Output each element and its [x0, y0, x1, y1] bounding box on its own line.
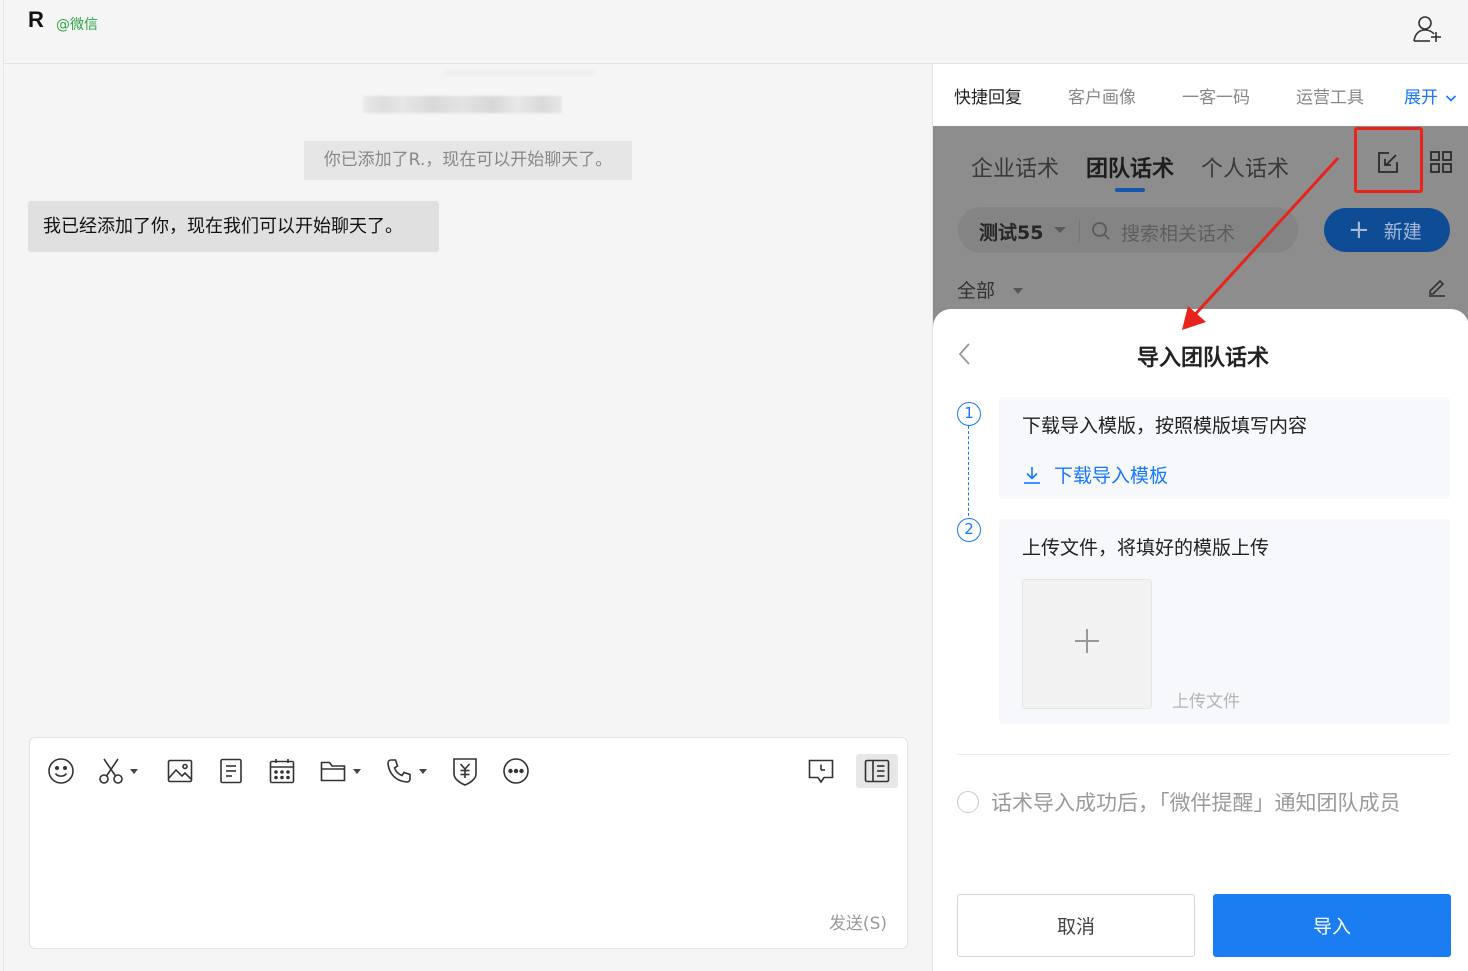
import-button[interactable]: 导入	[1213, 894, 1451, 957]
chat-area: 你已添加了R.，现在可以开始聊天了。 我已经添加了你，现在我们可以开始聊天了。	[3, 65, 932, 971]
plus-icon	[1073, 627, 1101, 659]
chat-history-icon[interactable]	[807, 754, 835, 788]
expand-label: 展开	[1404, 88, 1438, 108]
chevron-down-icon	[1446, 95, 1457, 102]
folder-icon[interactable]	[319, 754, 361, 788]
send-button[interactable]: 发送(S)	[829, 909, 887, 934]
download-link-label: 下载导入模板	[1054, 465, 1169, 487]
expand-tabs-button[interactable]: 展开	[1404, 83, 1457, 108]
upload-file-button[interactable]	[1022, 579, 1152, 709]
chevron-down-icon	[130, 768, 138, 774]
new-button-label: 新建	[1383, 220, 1422, 243]
message-bubble[interactable]: 我已经添加了你，现在我们可以开始聊天了。	[28, 201, 439, 252]
tab-operation-tools[interactable]: 运营工具	[1296, 83, 1364, 108]
download-icon	[1024, 466, 1040, 484]
tab-enterprise-scripts[interactable]: 企业话术	[971, 151, 1059, 183]
panel-tabs: 快捷回复 客户画像 一客一码 运营工具 展开	[933, 64, 1468, 126]
step-connector	[968, 426, 969, 516]
search-input[interactable]: 搜索相关话术	[1121, 219, 1235, 246]
document-icon[interactable]	[218, 754, 244, 788]
chevron-down-icon	[419, 768, 427, 774]
tab-customer-code[interactable]: 一客一码	[1182, 83, 1250, 108]
tab-team-scripts[interactable]: 团队话术	[1086, 151, 1174, 183]
step-2-card: 上传文件，将填好的模版上传 上传文件	[999, 519, 1450, 724]
phone-icon[interactable]	[385, 754, 427, 788]
contact-name: R	[28, 7, 44, 32]
payment-icon[interactable]	[451, 754, 479, 788]
plus-icon: +	[1348, 215, 1370, 245]
dialog-title: 导入团队话术	[1136, 346, 1269, 371]
add-user-icon[interactable]	[1412, 14, 1446, 44]
side-panel-icon[interactable]	[856, 754, 898, 788]
right-panel: 快捷回复 客户画像 一客一码 运营工具 展开 企业话术 团队话术 个人话术 测试…	[932, 64, 1468, 971]
message-composer[interactable]: 发送(S)	[29, 737, 908, 949]
scissors-icon[interactable]	[98, 754, 138, 788]
download-template-link[interactable]: 下载导入模板	[1022, 461, 1168, 488]
search-icon	[1091, 221, 1111, 245]
tab-personal-scripts[interactable]: 个人话术	[1201, 151, 1289, 183]
blurred-content	[363, 96, 562, 113]
chevron-down-icon	[1013, 288, 1023, 294]
import-dialog: 导入团队话术 1 2 下载导入模版，按照模版填写内容 下载导入模板 上传文件，将…	[933, 309, 1468, 971]
contact-source: @微信	[56, 17, 98, 33]
step-1-text: 下载导入模版，按照模版填写内容	[1022, 415, 1308, 437]
emoji-icon[interactable]	[47, 754, 75, 788]
tab-quick-reply[interactable]: 快捷回复	[954, 83, 1022, 108]
chevron-down-icon	[1054, 227, 1066, 233]
annotation-highlight	[1354, 127, 1423, 193]
image-icon[interactable]	[166, 754, 194, 788]
system-message: 你已添加了R.，现在可以开始聊天了。	[304, 141, 632, 180]
new-script-button[interactable]: + 新建	[1324, 208, 1450, 252]
step-1-number: 1	[957, 402, 981, 426]
notify-team-label[interactable]: 话术导入成功后，「微伴提醒」通知团队成员	[957, 786, 1447, 821]
more-icon[interactable]	[502, 754, 530, 788]
step-2-number: 2	[957, 518, 981, 542]
chat-header: R @微信	[3, 0, 1468, 64]
chevron-down-icon	[353, 768, 361, 774]
calendar-icon[interactable]	[268, 754, 296, 788]
step-2-text: 上传文件，将填好的模版上传	[1022, 537, 1270, 559]
group-select[interactable]: 测试55	[979, 218, 1043, 245]
divider	[957, 754, 1450, 755]
cancel-button[interactable]: 取消	[957, 894, 1195, 957]
edit-icon[interactable]	[1427, 277, 1447, 301]
step-1-card: 下载导入模版，按照模版填写内容 下载导入模板	[999, 397, 1450, 499]
tab-underline	[1115, 188, 1145, 192]
category-filter[interactable]: 全部	[957, 276, 995, 303]
upload-hint: 上传文件	[1172, 692, 1240, 712]
divider	[1079, 220, 1080, 242]
tab-customer-profile[interactable]: 客户画像	[1068, 83, 1136, 108]
blurred-content	[444, 70, 594, 75]
grid-icon[interactable]	[1429, 150, 1453, 174]
